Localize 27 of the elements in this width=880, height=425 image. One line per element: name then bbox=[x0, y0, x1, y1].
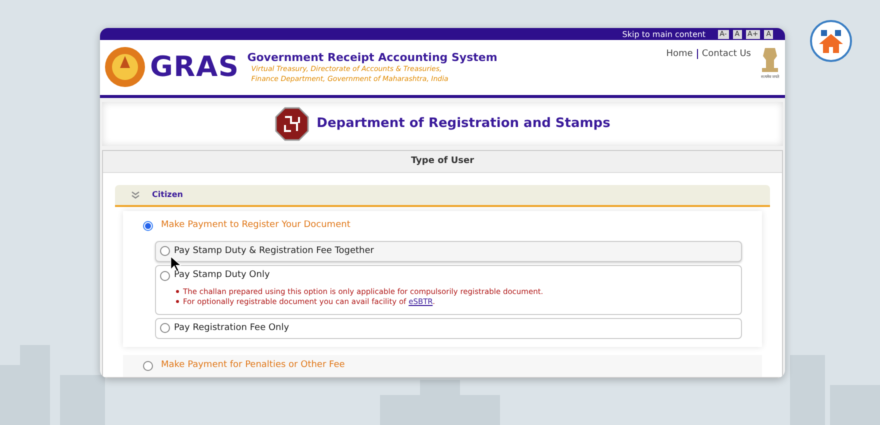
sub-option-label: Pay Registration Fee Only bbox=[174, 322, 290, 334]
nav-link[interactable]: Home bbox=[666, 48, 693, 62]
sub-option-label: Pay Stamp Duty & Registration Fee Together bbox=[174, 244, 374, 258]
bullet-icon bbox=[176, 290, 179, 293]
radio-button[interactable] bbox=[143, 220, 153, 231]
radio-button[interactable] bbox=[160, 323, 170, 334]
department-title: Department of Registration and Stamps bbox=[316, 115, 610, 134]
panel-title: Type of User bbox=[410, 154, 474, 168]
house-icon bbox=[817, 28, 845, 54]
option-label: Make Payment to Register Your Document bbox=[161, 219, 350, 232]
site-title: Government Receipt Accounting System bbox=[247, 50, 498, 64]
nav-link[interactable]: Contact Us bbox=[702, 48, 751, 62]
radio-button[interactable] bbox=[160, 270, 170, 281]
mouse-cursor-icon bbox=[170, 256, 181, 272]
bullet-icon bbox=[176, 300, 179, 303]
section-title: Citizen bbox=[152, 189, 183, 201]
option-label: Make Payment for Penalties or Other Fee bbox=[161, 359, 345, 372]
sub-option-card[interactable]: Pay Registration Fee Only bbox=[155, 318, 742, 339]
department-logo-icon bbox=[274, 106, 309, 141]
radio-button[interactable] bbox=[160, 246, 170, 256]
skip-link[interactable]: Skip to main content bbox=[622, 30, 706, 40]
sub-option-label: Pay Stamp Duty Only bbox=[174, 269, 270, 282]
seal-icon bbox=[104, 46, 146, 88]
sub-option-card[interactable]: Pay Stamp Duty & Registration Fee Together bbox=[155, 240, 742, 262]
section-header[interactable]: Citizen bbox=[115, 185, 770, 207]
gras-logo-text: GRAS bbox=[150, 49, 240, 86]
radio-button[interactable] bbox=[143, 360, 153, 371]
